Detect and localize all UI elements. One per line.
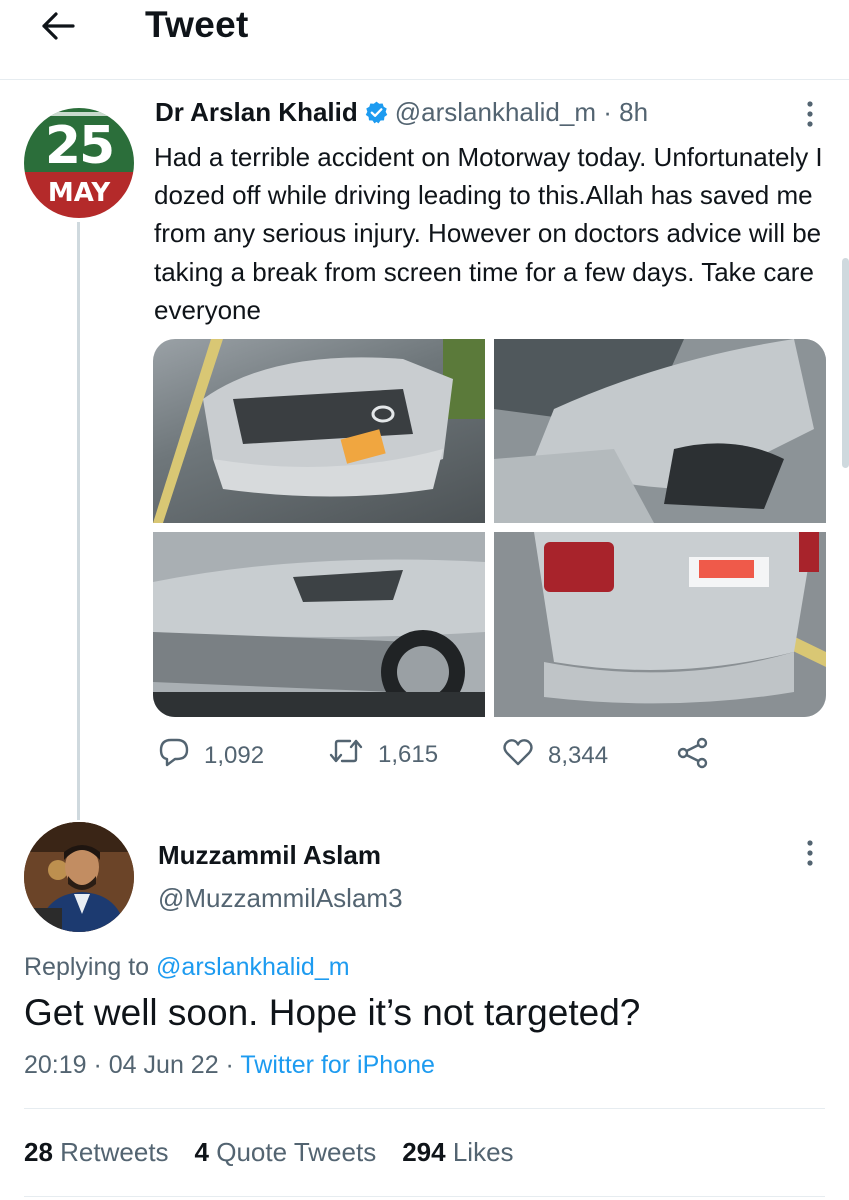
- scrollbar[interactable]: [842, 258, 849, 468]
- more-options-button[interactable]: [795, 96, 825, 136]
- tweet-date[interactable]: 04 Jun 22: [109, 1051, 219, 1079]
- thread-connector-line: [77, 222, 80, 820]
- reply-tweet-text: Get well soon. Hope it’s not targeted?: [24, 992, 641, 1033]
- replying-to-line: Replying to @arslankhalid_m: [24, 953, 350, 982]
- arrow-left-icon: [41, 11, 75, 46]
- avatar[interactable]: 25 MAY: [24, 108, 134, 218]
- more-vertical-icon: [806, 838, 814, 873]
- tweet-photo[interactable]: [153, 339, 485, 523]
- tweet-action-bar: 1,092 1,615 8,344: [0, 737, 849, 777]
- divider: [24, 1196, 825, 1197]
- replying-to-mention[interactable]: @arslankhalid_m: [156, 953, 350, 981]
- engagement-stats: 28 Retweets 4 Quote Tweets 294 Likes: [24, 1137, 540, 1168]
- like-count: 8,344: [548, 741, 609, 769]
- share-button[interactable]: [676, 737, 724, 776]
- tweet-photo[interactable]: [494, 532, 826, 717]
- like-button[interactable]: 8,344: [502, 737, 608, 774]
- likes-stat-label: Likes: [452, 1137, 514, 1167]
- reply-bubble-icon: [158, 737, 204, 774]
- top-bar: Tweet: [0, 0, 849, 80]
- likes-stat-count: 294: [402, 1137, 446, 1167]
- reply-more-options-button[interactable]: [795, 835, 825, 875]
- tweet-time[interactable]: 8h: [619, 97, 648, 128]
- tweet-time[interactable]: 20:19: [24, 1051, 87, 1079]
- reply-author-name[interactable]: Muzzammil Aslam: [158, 840, 381, 871]
- verified-badge-icon: [364, 100, 389, 125]
- separator-dot: ·: [596, 97, 620, 127]
- tweet-timestamp-line: 20:19 · 04 Jun 22 · Twitter for iPhone: [24, 1051, 435, 1080]
- separator-dot: ·: [86, 1051, 109, 1079]
- share-icon: [676, 737, 724, 776]
- replying-prefix: Replying to: [24, 953, 157, 981]
- page-title: Tweet: [145, 4, 249, 45]
- tweet-text: Had a terrible accident on Motorway toda…: [154, 142, 823, 325]
- retweets-stat-count: 28: [24, 1137, 53, 1167]
- avatar-date-number: 25: [44, 116, 115, 176]
- retweet-count: 1,615: [378, 740, 439, 768]
- reply-button[interactable]: 1,092: [158, 737, 264, 774]
- author-name[interactable]: Dr Arslan Khalid: [155, 97, 358, 128]
- quote-tweets-stat-label: Quote Tweets: [216, 1137, 377, 1167]
- likes-stat[interactable]: 294 Likes: [402, 1137, 513, 1168]
- tweet-source-link[interactable]: Twitter for iPhone: [240, 1051, 435, 1079]
- heart-icon: [502, 737, 548, 774]
- separator-dot: ·: [218, 1051, 241, 1079]
- tweet-photo[interactable]: [494, 339, 826, 523]
- retweets-stat-label: Retweets: [60, 1137, 169, 1167]
- author-handle[interactable]: @arslankhalid_m: [395, 97, 596, 128]
- more-vertical-icon: [806, 99, 814, 134]
- quote-tweets-stat[interactable]: 4 Quote Tweets: [195, 1137, 377, 1168]
- tweet-media-grid: [153, 339, 826, 717]
- retweet-button[interactable]: 1,615: [328, 737, 438, 772]
- tweet-header: Dr Arslan Khalid @arslankhalid_m · 8h: [155, 97, 648, 128]
- divider: [24, 1108, 825, 1109]
- avatar[interactable]: [24, 822, 134, 932]
- tweet-photo[interactable]: [153, 532, 485, 717]
- retweets-stat[interactable]: 28 Retweets: [24, 1137, 169, 1168]
- back-button[interactable]: [34, 6, 82, 50]
- reply-author-handle[interactable]: @MuzzammilAslam3: [158, 883, 403, 914]
- avatar-month: MAY: [47, 178, 111, 208]
- quote-tweets-stat-count: 4: [194, 1137, 210, 1167]
- retweet-icon: [328, 737, 378, 772]
- reply-count: 1,092: [204, 741, 265, 769]
